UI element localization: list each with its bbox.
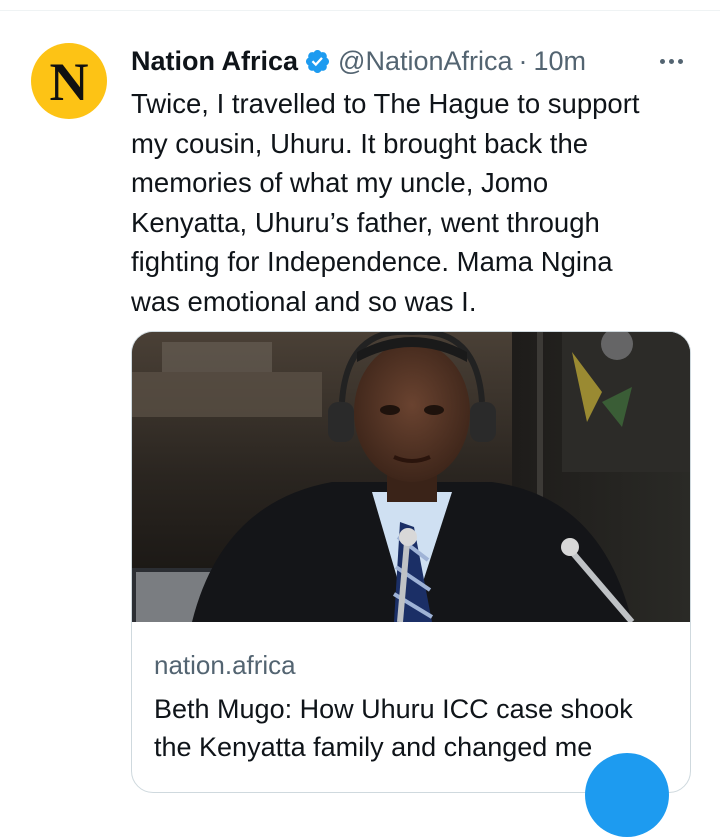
tweet-header: Nation Africa @NationAfrica · 10m [131,41,691,81]
verified-badge-icon [306,49,330,73]
avatar-letter: N [49,52,89,112]
card-domain: nation.africa [154,650,296,680]
tweet-text: Twice, I travelled to The Hague to suppo… [131,88,640,317]
separator-dot: · [518,45,528,76]
handle[interactable]: @NationAfrica [338,46,512,77]
more-options-icon[interactable] [651,41,691,81]
avatar[interactable]: N [31,43,107,119]
card-title[interactable]: Beth Mugo: How Uhuru ICC case shook the … [154,690,674,766]
display-name[interactable]: Nation Africa [131,46,298,77]
card-photo [132,332,690,622]
timestamp[interactable]: 10m [534,46,587,77]
tweet[interactable]: N Nation Africa @NationAfrica · 10m Twic… [0,11,720,837]
card-image[interactable] [132,332,690,622]
compose-tweet-icon[interactable] [585,753,669,837]
link-card[interactable]: nation.africa Beth Mugo: How Uhuru ICC c… [131,331,691,793]
